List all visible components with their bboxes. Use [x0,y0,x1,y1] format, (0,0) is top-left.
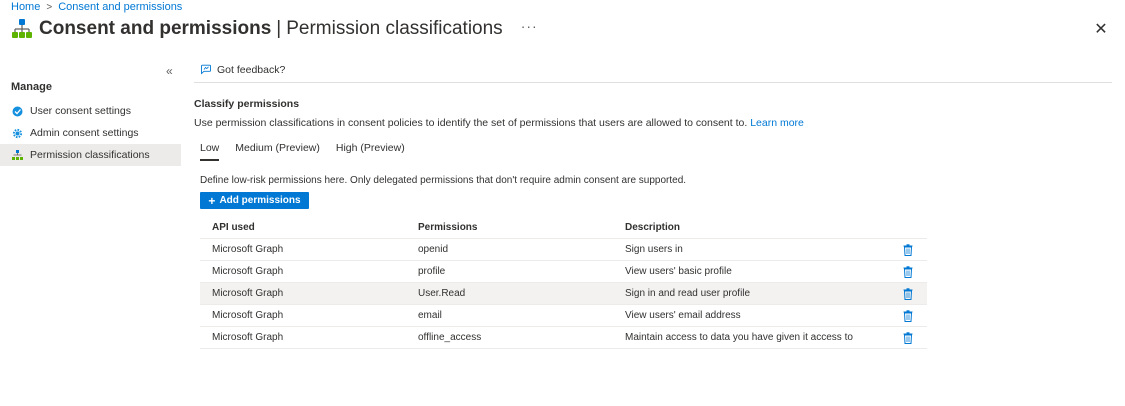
permissions-table: API used Permissions Description Microso… [200,217,927,349]
toolbar-divider [194,82,1112,83]
title-separator: | [276,18,282,39]
cell-permission: offline_access [418,332,482,343]
page-title: Consent and permissions [39,18,272,39]
sidebar-item-admin-consent-settings[interactable]: Admin consent settings [0,122,181,144]
cell-permission: User.Read [418,288,466,299]
table-row[interactable]: Microsoft Graph offline_access Maintain … [200,327,927,349]
cell-description: Sign users in [625,244,683,255]
sidebar-item-label: User consent settings [30,105,131,117]
breadcrumb: Home > Consent and permissions [11,1,182,13]
sidebar-item-label: Admin consent settings [30,127,139,139]
trash-icon[interactable] [903,331,913,344]
feedback-label: Got feedback? [217,64,286,76]
sidebar-heading-manage: Manage [11,81,52,93]
learn-more-link[interactable]: Learn more [750,117,804,129]
column-header-permissions: Permissions [418,222,478,233]
cell-description: Maintain access to data you have given i… [625,332,853,343]
section-description-text: Use permission classifications in consen… [194,117,748,129]
cell-permission: profile [418,266,446,277]
table-header: API used Permissions Description [200,217,927,239]
trash-icon[interactable] [903,265,913,278]
breadcrumb-current-link[interactable]: Consent and permissions [58,1,182,13]
close-button[interactable]: ✕ [1093,22,1109,38]
cell-permission: openid [418,244,449,255]
section-description: Use permission classifications in consen… [194,117,804,129]
cell-description: View users' basic profile [625,266,732,277]
cell-description: Sign in and read user profile [625,288,751,299]
add-permissions-button[interactable]: + Add permissions [200,192,309,209]
cell-api: Microsoft Graph [212,310,284,321]
plus-icon: + [208,193,216,208]
define-low-risk-text: Define low-risk permissions here. Only d… [200,175,687,186]
collapse-sidebar-button[interactable]: « [166,64,173,78]
page-header: Consent and permissions | Permission cla… [11,18,538,40]
table-row[interactable]: Microsoft Graph email View users' email … [200,305,927,327]
table-row[interactable]: Microsoft Graph openid Sign users in [200,239,927,261]
cell-permission: email [418,310,442,321]
feedback-icon [201,64,211,75]
breadcrumb-separator: > [46,1,53,13]
column-header-api-used: API used [212,222,255,233]
tab-high[interactable]: High (Preview) [336,142,405,161]
sidebar-item-user-consent-settings[interactable]: User consent settings [0,100,181,122]
gear-icon [12,128,23,139]
got-feedback-button[interactable]: Got feedback? [200,64,285,76]
trash-icon[interactable] [903,243,913,256]
trash-icon[interactable] [903,287,913,300]
cell-api: Microsoft Graph [212,332,284,343]
column-header-description: Description [625,222,681,233]
section-title: Classify permissions [194,98,300,110]
table-row[interactable]: Microsoft Graph profile View users' basi… [200,261,927,283]
risk-level-tabs: Low Medium (Preview) High (Preview) [200,142,421,161]
tab-low[interactable]: Low [200,142,220,161]
trash-icon[interactable] [903,309,913,322]
table-row[interactable]: Microsoft Graph User.Read Sign in and re… [200,283,927,305]
tab-medium[interactable]: Medium (Preview) [235,142,320,161]
add-permissions-label: Add permissions [219,195,301,206]
sidebar-item-permission-classifications[interactable]: Permission classifications [0,144,181,166]
cell-api: Microsoft Graph [212,288,284,299]
more-options-button[interactable]: ··· [521,18,538,34]
consent-permissions-icon [12,19,32,38]
breadcrumb-home-link[interactable]: Home [11,1,40,13]
page-subtitle: Permission classifications [286,18,503,39]
cell-api: Microsoft Graph [212,266,284,277]
sidebar: Manage User consent settings Admin conse… [0,78,181,166]
cell-description: View users' email address [625,310,741,321]
cell-api: Microsoft Graph [212,244,284,255]
classification-icon [12,149,23,161]
sidebar-item-label: Permission classifications [30,149,150,161]
user-consent-icon [12,106,23,117]
